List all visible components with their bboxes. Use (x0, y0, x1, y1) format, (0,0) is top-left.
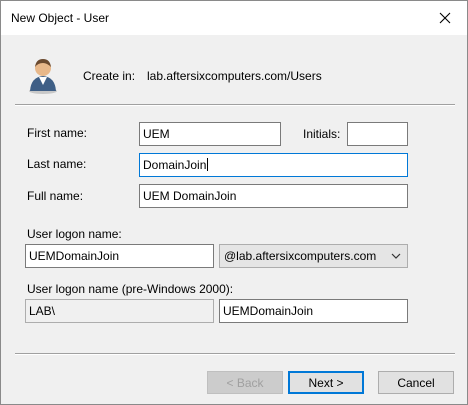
last-name-field[interactable]: DomainJoin (139, 153, 408, 177)
title-bar: New Object - User (1, 1, 467, 35)
footer-separator (15, 353, 455, 355)
chevron-down-icon (391, 253, 401, 259)
upn-suffix-value: @lab.aftersixcomputers.com (224, 249, 377, 263)
pre2000-name-field[interactable]: UEMDomainJoin (219, 299, 408, 323)
create-in-path: lab.aftersixcomputers.com/Users (147, 69, 322, 83)
back-button-label: < Back (226, 375, 264, 390)
window-title: New Object - User (11, 11, 110, 25)
pre2000-name-value: UEMDomainJoin (223, 304, 314, 318)
logon-name-value: UEMDomainJoin (29, 249, 120, 263)
full-name-field[interactable]: UEM DomainJoin (139, 184, 408, 208)
last-name-label: Last name: (27, 157, 87, 171)
user-icon (29, 59, 57, 94)
text-cursor (207, 158, 209, 171)
initials-label: Initials: (303, 127, 341, 141)
create-in-label: Create in: (83, 69, 136, 83)
next-button[interactable]: Next > (288, 371, 364, 394)
full-name-label: Full name: (27, 189, 84, 203)
first-name-field[interactable]: UEM (139, 122, 281, 146)
pre2000-domain-field: LAB\ (25, 299, 214, 323)
full-name-value: UEM DomainJoin (143, 189, 237, 203)
first-name-label: First name: (27, 126, 88, 140)
header-separator (15, 104, 455, 106)
pre2000-domain-value: LAB\ (29, 304, 56, 318)
first-name-value: UEM (143, 127, 170, 141)
cancel-button[interactable]: Cancel (378, 371, 454, 394)
upn-suffix-dropdown[interactable]: @lab.aftersixcomputers.com (219, 244, 408, 268)
logon-name-label: User logon name: (27, 227, 122, 241)
last-name-value: DomainJoin (143, 158, 207, 172)
logon-name-field[interactable]: UEMDomainJoin (25, 244, 214, 268)
next-button-label: Next > (308, 375, 344, 390)
cancel-button-label: Cancel (397, 375, 435, 390)
close-button[interactable] (423, 1, 467, 35)
back-button[interactable]: < Back (207, 371, 283, 394)
initials-field[interactable] (347, 122, 408, 146)
new-object-user-dialog: New Object - User Create in: lab.aftersi… (0, 0, 468, 405)
pre2000-label: User logon name (pre-Windows 2000): (27, 282, 234, 296)
close-icon (439, 12, 451, 24)
